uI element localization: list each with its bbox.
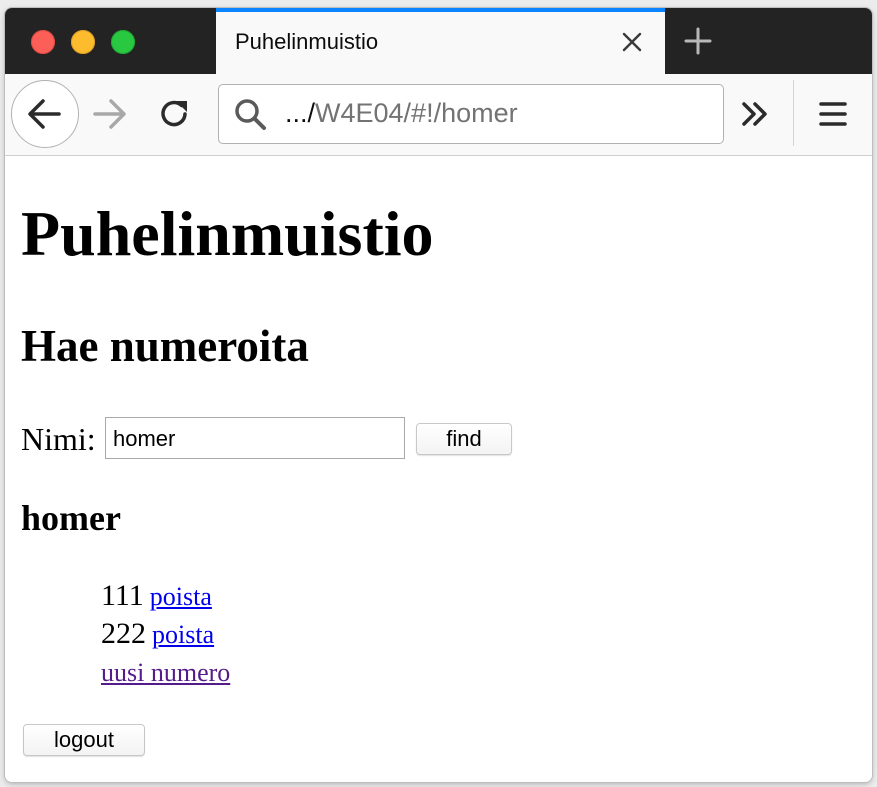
url-text: .../W4E04/#!/homer (285, 98, 518, 129)
forward-button[interactable] (91, 96, 127, 132)
new-number-link[interactable]: uusi numero (101, 653, 230, 693)
tab-title: Puhelinmuistio (235, 29, 379, 54)
result-name-heading: homer (21, 498, 121, 538)
list-item: 111 poista (101, 577, 230, 615)
phone-number: 222 (101, 617, 146, 650)
url-main: W4E04/#!/homer (315, 98, 518, 128)
name-label: Nimi: (21, 421, 96, 457)
app-menu-button[interactable] (815, 96, 851, 132)
window-minimize-button[interactable] (71, 30, 95, 54)
logout-button[interactable]: logout (23, 724, 145, 756)
overflow-menu-button[interactable] (737, 96, 773, 132)
find-button[interactable]: find (416, 423, 512, 455)
name-search-input[interactable] (105, 417, 405, 459)
url-bar[interactable]: .../W4E04/#!/homer (218, 84, 724, 144)
tab-strip: Puhelinmuistio (5, 8, 872, 74)
close-tab-icon[interactable] (621, 31, 643, 53)
hamburger-icon (819, 102, 847, 126)
list-item: 222 poista (101, 615, 230, 653)
back-button[interactable] (11, 80, 79, 148)
arrow-right-icon (93, 99, 126, 129)
window-maximize-button[interactable] (111, 30, 135, 54)
search-heading: Hae numeroita (21, 321, 309, 371)
delete-number-link[interactable]: poista (150, 582, 212, 611)
url-prefix: .../ (285, 98, 316, 128)
navigation-toolbar: .../W4E04/#!/homer (5, 74, 872, 156)
phone-number: 111 (101, 579, 144, 612)
new-tab-plus-icon[interactable] (683, 26, 713, 56)
window-close-button[interactable] (31, 30, 55, 54)
delete-number-link[interactable]: poista (152, 620, 214, 649)
reload-button[interactable] (157, 96, 193, 132)
arrow-left-icon (27, 98, 61, 129)
search-icon (233, 97, 267, 131)
page-content: Puhelinmuistio Hae numeroita Nimi: find … (5, 157, 872, 782)
reload-icon (161, 100, 187, 127)
active-tab[interactable]: Puhelinmuistio (216, 8, 665, 74)
double-chevron-icon (742, 102, 767, 126)
number-list: 111 poista 222 poista uusi numero (101, 577, 230, 693)
page-title: Puhelinmuistio (21, 198, 434, 269)
browser-window: Puhelinmuistio .../W4E04/#!/homer Puheli… (5, 8, 872, 782)
toolbar-separator (793, 80, 794, 146)
